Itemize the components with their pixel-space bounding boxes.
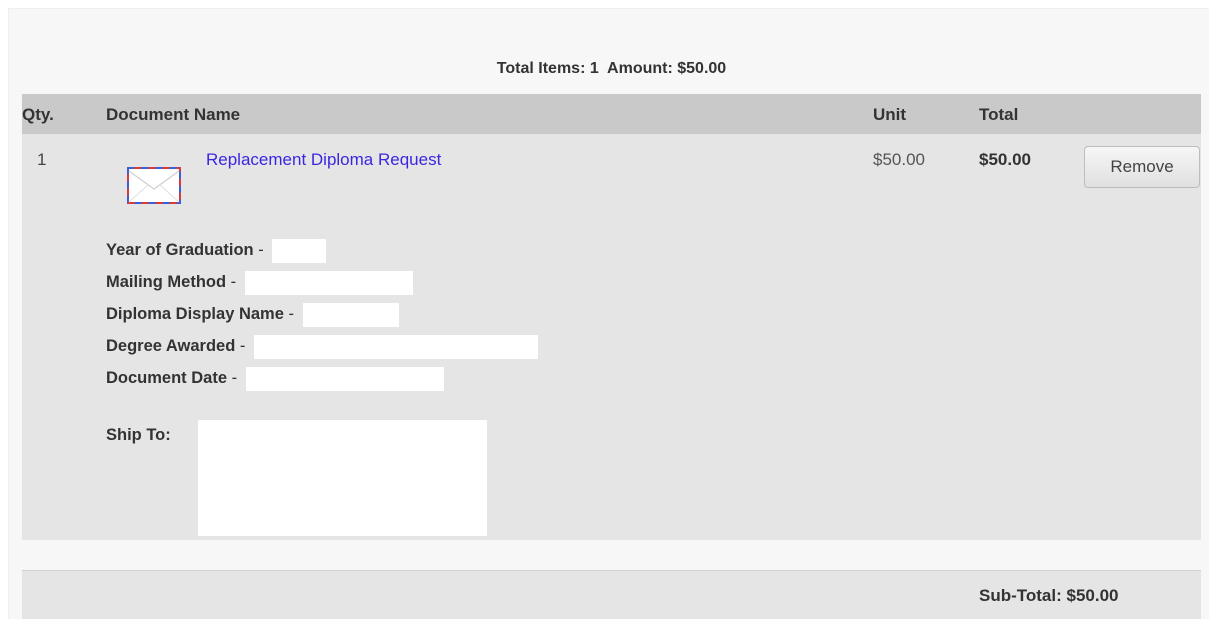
redacted-value: [245, 366, 444, 391]
subtotal-label: Sub-Total: $50.00: [979, 586, 1119, 605]
redacted-value: [302, 302, 399, 327]
detail-separator: -: [227, 369, 242, 387]
cart-summary: Total Items: 1 Amount: $50.00: [22, 60, 1201, 78]
redacted-value: [253, 334, 538, 359]
redacted-value: [244, 270, 413, 295]
detail-label: Mailing Method: [106, 273, 227, 291]
total-items-label: Total Items: 1: [496, 60, 599, 77]
detail-document-date: Document Date -: [106, 366, 444, 391]
detail-label: Diploma Display Name: [106, 305, 284, 323]
envelope-icon: [127, 167, 181, 204]
detail-label: Year of Graduation: [106, 241, 254, 259]
detail-mailing-method: Mailing Method -: [106, 270, 413, 295]
detail-label: Degree Awarded: [106, 337, 236, 355]
header-unit: Unit: [873, 105, 907, 124]
detail-separator: -: [283, 305, 299, 323]
ship-to-address-box: [198, 420, 487, 536]
header-qty: Qty.: [22, 105, 54, 124]
table-header: Qty. Document Name Unit Total: [22, 94, 1201, 134]
page: Total Items: 1 Amount: $50.00 Qty. Docum…: [0, 0, 1209, 619]
header-document-name: Document Name: [106, 105, 241, 124]
detail-separator: -: [226, 273, 241, 291]
remove-button[interactable]: Remove: [1084, 146, 1200, 188]
redacted-value: [272, 238, 327, 263]
detail-year-of-graduation: Year of Graduation -: [106, 238, 327, 263]
detail-separator: -: [235, 337, 250, 355]
detail-diploma-display-name: Diploma Display Name -: [106, 302, 399, 327]
document-name-link[interactable]: Replacement Diploma Request: [206, 150, 441, 170]
table-row: 1 Replacement Diploma Request $50.00 $50…: [22, 134, 1201, 540]
item-unit-price: $50.00: [873, 150, 925, 169]
detail-label: Document Date: [106, 369, 228, 387]
detail-separator: -: [253, 241, 269, 259]
amount-label: Amount: $50.00: [607, 60, 727, 77]
detail-degree-awarded: Degree Awarded -: [106, 334, 538, 359]
subtotal-bar: Sub-Total: $50.00: [22, 570, 1201, 619]
item-qty: 1: [37, 150, 47, 169]
header-total: Total: [979, 105, 1019, 124]
ship-to-label: Ship To:: [106, 426, 171, 444]
item-total-price: $50.00: [979, 150, 1031, 169]
